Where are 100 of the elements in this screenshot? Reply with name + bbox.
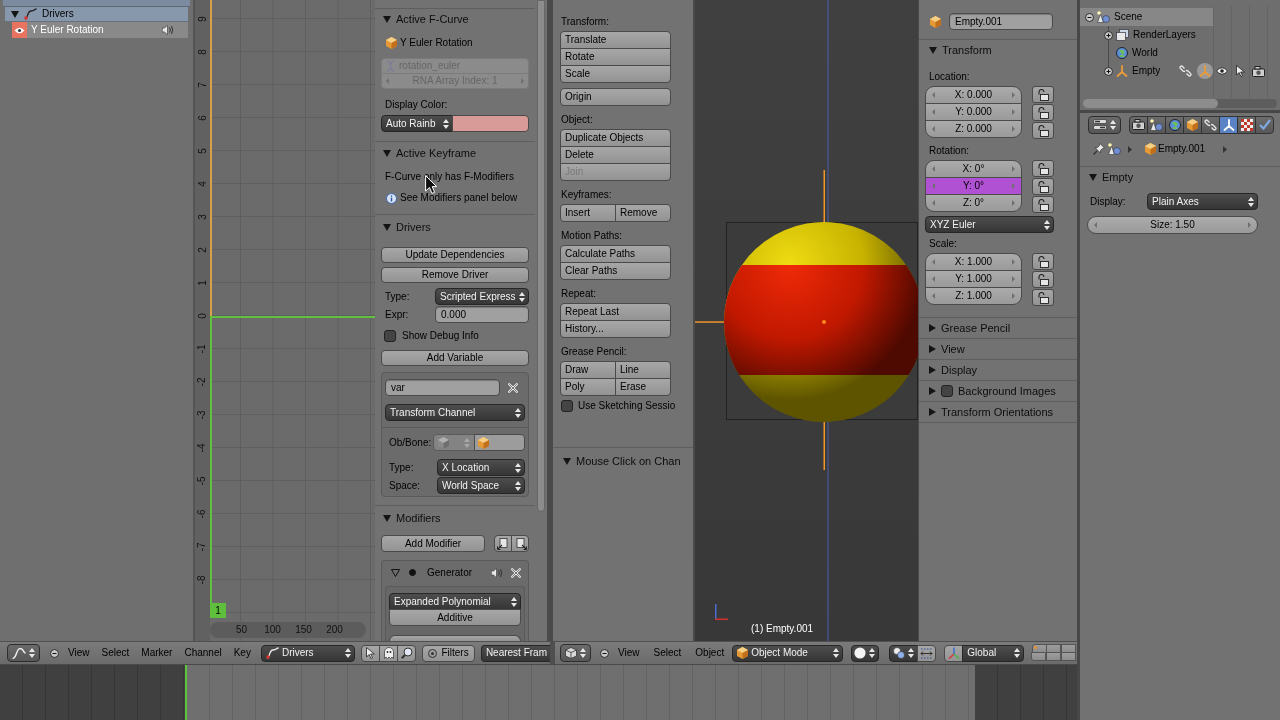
toggle-button[interactable] bbox=[361, 644, 381, 662]
scrollbar-thumb[interactable] bbox=[1083, 99, 1218, 108]
editor-type-button[interactable] bbox=[1088, 115, 1121, 134]
number-field[interactable]: X: 0.000 bbox=[925, 86, 1022, 104]
lock-toggle[interactable] bbox=[1032, 271, 1054, 288]
manipulator-toggle[interactable] bbox=[944, 644, 964, 662]
add-variable-button[interactable]: Add Variable bbox=[381, 350, 529, 366]
tool-button[interactable]: Clear Paths bbox=[560, 262, 671, 280]
down-triangle-icon[interactable] bbox=[11, 10, 19, 18]
lock-toggle[interactable] bbox=[1032, 122, 1054, 139]
rotation-mode-dropdown[interactable]: XYZ Euler bbox=[925, 216, 1054, 233]
scrollbar-thumb[interactable] bbox=[537, 0, 545, 512]
checkbox[interactable] bbox=[561, 400, 573, 412]
tool-button[interactable]: Origin bbox=[560, 88, 671, 106]
minus-circle-icon[interactable] bbox=[600, 648, 609, 658]
variable-name-field[interactable]: var bbox=[385, 379, 500, 396]
context-tab[interactable] bbox=[1183, 115, 1202, 134]
filters-button[interactable]: Filters bbox=[422, 644, 475, 662]
panel-header[interactable]: Mouse Click on Chan bbox=[553, 448, 693, 474]
snap-dropdown[interactable]: Nearest Fram bbox=[480, 644, 550, 662]
toggle-button[interactable] bbox=[397, 644, 417, 662]
expression-field[interactable]: 0.000 bbox=[435, 306, 529, 323]
tool-button[interactable]: Draw bbox=[560, 361, 616, 379]
panel-header[interactable]: Grease Pencil bbox=[919, 318, 1077, 338]
down-triangle-icon[interactable] bbox=[383, 15, 391, 23]
right-triangle-icon[interactable] bbox=[929, 387, 936, 395]
mode-dropdown[interactable]: Drivers bbox=[260, 644, 356, 662]
down-triangle-icon[interactable] bbox=[563, 457, 571, 465]
outliner-row[interactable]: RenderLayers bbox=[1080, 26, 1213, 44]
menu-item[interactable]: View bbox=[618, 648, 640, 658]
down-triangle-outline-icon[interactable] bbox=[391, 568, 400, 577]
tool-button[interactable]: Duplicate Objects bbox=[560, 129, 671, 147]
tool-button[interactable]: Scale bbox=[560, 65, 671, 83]
camera-icon[interactable] bbox=[1251, 65, 1265, 77]
menu-item[interactable]: Marker bbox=[141, 648, 173, 658]
id-type-dropdown[interactable] bbox=[433, 434, 475, 451]
outliner-row[interactable]: World bbox=[1080, 44, 1213, 62]
object-name-field[interactable]: Empty.001 bbox=[949, 13, 1053, 30]
orientation-dropdown[interactable]: Global bbox=[962, 644, 1025, 662]
lock-toggle[interactable] bbox=[1032, 289, 1054, 306]
pivot-dropdown[interactable] bbox=[889, 644, 919, 662]
cross-icon[interactable] bbox=[507, 382, 518, 393]
tool-button[interactable]: Calculate Paths bbox=[560, 245, 671, 263]
menu-item[interactable]: Object bbox=[695, 648, 725, 658]
shading-dropdown[interactable] bbox=[850, 644, 880, 662]
lock-toggle[interactable] bbox=[1032, 196, 1054, 213]
plus-circle-icon[interactable] bbox=[1104, 30, 1113, 40]
context-tab[interactable] bbox=[1147, 115, 1166, 134]
number-field[interactable]: Y: 0° bbox=[925, 177, 1022, 195]
filled-dot-icon[interactable] bbox=[409, 569, 416, 576]
down-triangle-icon[interactable] bbox=[1089, 174, 1097, 181]
menu-item[interactable]: Select bbox=[653, 648, 682, 658]
context-tab[interactable] bbox=[1165, 115, 1184, 134]
menu-item[interactable]: Key bbox=[233, 648, 251, 658]
plus-circle-icon[interactable] bbox=[1104, 66, 1113, 76]
lock-toggle[interactable] bbox=[1032, 178, 1054, 195]
down-triangle-icon[interactable] bbox=[929, 47, 937, 54]
down-triangle-icon[interactable] bbox=[383, 149, 391, 157]
panel-header[interactable]: Drivers bbox=[375, 215, 535, 239]
minus-circle-icon[interactable] bbox=[50, 648, 59, 658]
number-field[interactable]: Y: 0.000 bbox=[925, 103, 1022, 121]
editor-type-button[interactable] bbox=[7, 644, 40, 662]
context-tab[interactable] bbox=[1255, 115, 1274, 134]
add-modifier-button[interactable]: Add Modifier bbox=[381, 535, 485, 552]
eye-icon[interactable] bbox=[1216, 67, 1228, 75]
tool-button[interactable]: Repeat Last bbox=[560, 303, 671, 321]
right-triangle-icon[interactable] bbox=[929, 408, 936, 416]
down-triangle-icon[interactable] bbox=[383, 223, 391, 231]
space-dropdown[interactable]: World Space bbox=[437, 477, 525, 494]
transform-type-dropdown[interactable]: X Location bbox=[437, 459, 525, 476]
layer-button[interactable] bbox=[1046, 652, 1062, 661]
channel-row[interactable]: Y Euler Rotation bbox=[12, 22, 188, 38]
tool-button[interactable]: Delete bbox=[560, 146, 671, 164]
display-dropdown[interactable]: Plain Axes bbox=[1147, 193, 1258, 210]
cross-icon[interactable] bbox=[511, 567, 521, 578]
copy-button[interactable] bbox=[494, 535, 512, 552]
mode-dropdown[interactable]: Object Mode bbox=[732, 644, 843, 662]
tool-button[interactable]: Erase bbox=[615, 378, 671, 396]
tool-button[interactable]: History... bbox=[560, 320, 671, 338]
speaker-icon[interactable] bbox=[491, 567, 503, 578]
minus-circle-icon[interactable] bbox=[1085, 12, 1094, 22]
outliner-row[interactable]: Empty bbox=[1080, 62, 1213, 80]
right-triangle-icon[interactable] bbox=[929, 324, 936, 332]
channel-row[interactable]: Drivers bbox=[5, 7, 188, 22]
context-tab[interactable] bbox=[1219, 115, 1238, 134]
menu-item[interactable]: View bbox=[68, 648, 90, 658]
right-triangle-icon[interactable] bbox=[929, 366, 936, 374]
panel-header[interactable]: Transform bbox=[919, 40, 1077, 61]
context-tab[interactable] bbox=[1129, 115, 1148, 134]
tool-button[interactable]: Poly bbox=[560, 378, 616, 396]
viewport[interactable]: (1) Empty.001 bbox=[695, 0, 918, 641]
checkbox[interactable] bbox=[941, 385, 953, 397]
number-field[interactable]: X: 1.000 bbox=[925, 253, 1022, 271]
panel-header[interactable]: Empty bbox=[1080, 167, 1280, 188]
number-field[interactable]: Z: 0.000 bbox=[925, 120, 1022, 138]
down-triangle-icon[interactable] bbox=[383, 514, 391, 522]
tool-button[interactable]: Rotate bbox=[560, 48, 671, 66]
number-field[interactable]: Size: 1.50 bbox=[1087, 216, 1258, 234]
outliner-row[interactable]: Scene bbox=[1080, 8, 1213, 26]
sphere-drawing[interactable] bbox=[724, 222, 918, 422]
